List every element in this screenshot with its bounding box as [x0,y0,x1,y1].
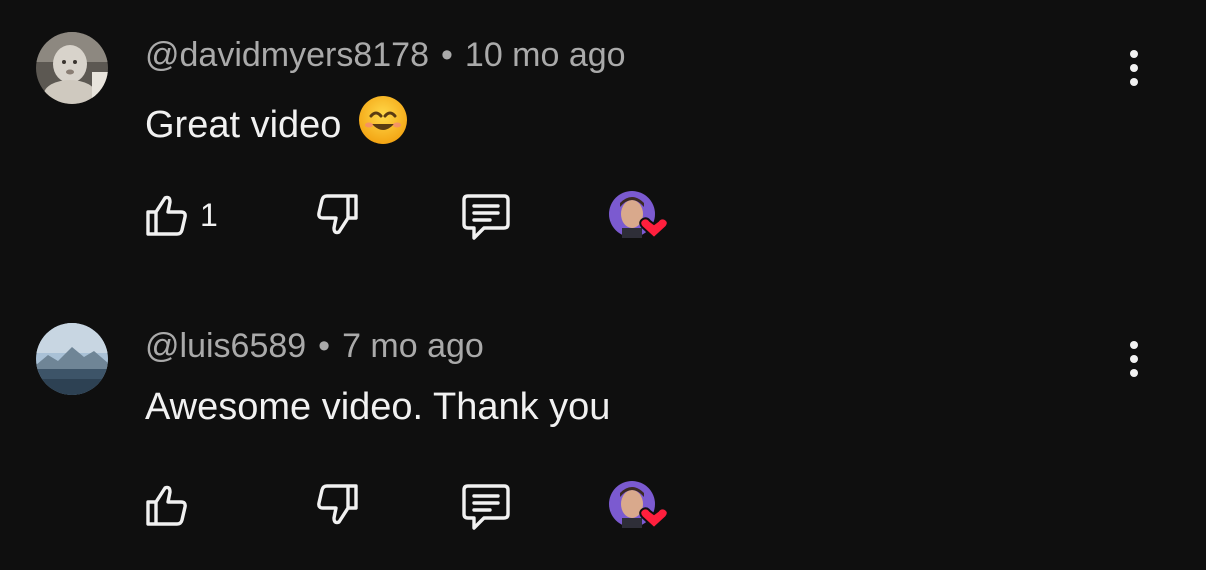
comment-text: Awesome video. Thank you [145,386,610,429]
creator-heart-badge[interactable] [608,190,672,246]
meta-separator: • [441,36,453,74]
reply-button[interactable] [460,192,512,242]
reply-button[interactable] [460,482,512,532]
avatar[interactable] [36,323,108,395]
smiling-face-emoji-icon [357,94,409,156]
more-options-button[interactable] [1118,337,1150,381]
thumbs-down-icon [317,194,358,235]
comment-meta: @davidmyers8178 • 10 mo ago [145,36,626,75]
like-button[interactable]: 1 [144,192,218,238]
creator-heart-badge[interactable] [608,480,672,536]
comment-text: Great video [145,94,409,156]
more-options-button[interactable] [1118,46,1150,90]
reply-comment-icon [462,194,510,240]
thumbs-up-icon [146,195,187,236]
comment-timestamp[interactable]: 7 mo ago [342,327,484,365]
comment-author-handle[interactable]: @luis6589 [145,327,306,365]
meta-separator: • [318,327,331,365]
thumbs-down-icon [317,484,358,525]
dislike-button[interactable] [314,192,360,238]
comment-item: @davidmyers8178 • 10 mo ago Great video [0,0,1206,280]
comment-body: Great video [145,103,342,146]
dislike-button[interactable] [314,482,360,528]
more-vertical-icon [1130,50,1138,58]
reply-comment-icon [462,484,510,530]
like-button[interactable] [144,482,200,528]
like-count: 1 [200,196,218,233]
more-vertical-icon [1130,341,1138,349]
comment-item: @luis6589 • 7 mo ago Awesome video. Thank … [0,290,1206,570]
comment-timestamp[interactable]: 10 mo ago [465,36,626,74]
comment-meta: @luis6589 • 7 mo ago [145,327,484,366]
thumbs-up-icon [146,485,187,526]
avatar[interactable] [36,32,108,104]
comment-body: Awesome video. Thank you [145,386,611,428]
comment-author-handle[interactable]: @davidmyers8178 [145,36,429,74]
